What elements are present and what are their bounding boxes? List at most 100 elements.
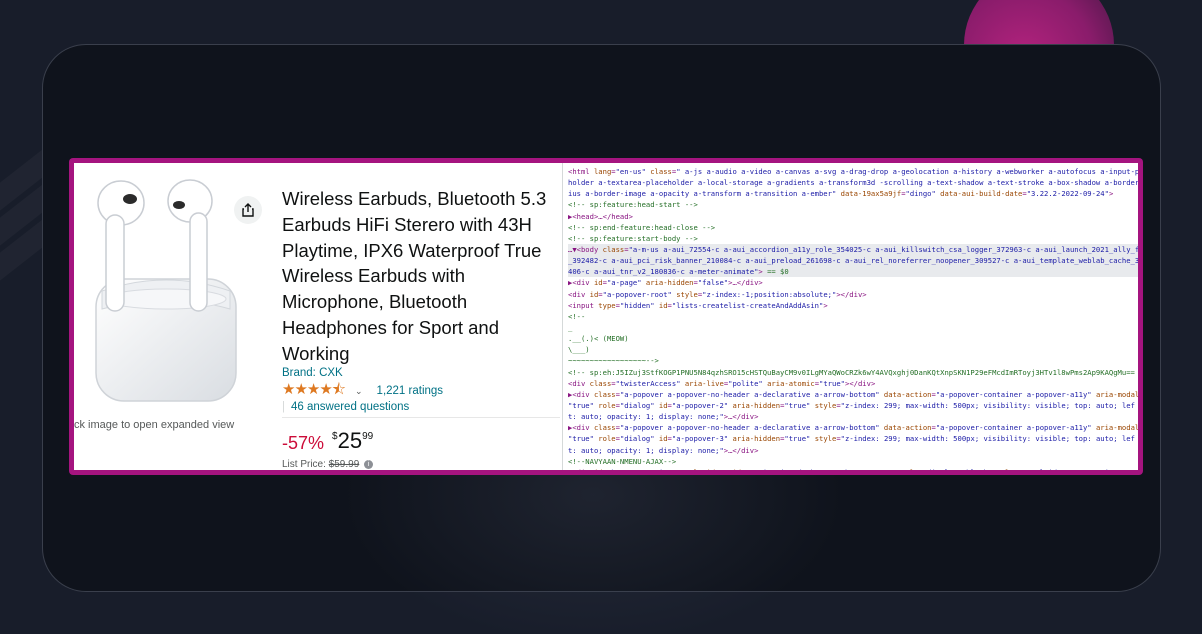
devtools-line[interactable]: ~~~~~~~~~~~~~~~~~~--> (568, 355, 1138, 366)
rating-row: ★★★★⯪ ⌄ 1,221 ratings (282, 381, 444, 399)
devtools-token: == $0 (767, 267, 789, 277)
devtools-token: ~~~~~~~~~~~~~~~~~~--> (568, 356, 659, 366)
devtools-token: "true" (568, 434, 594, 444)
devtools-token: aria-hidden (641, 278, 694, 288)
devtools-elements-panel[interactable]: <html lang="en-us" class=" a-js a-audio … (566, 163, 1138, 470)
devtools-token: "a-m-us a-aui_72554-c a-aui_accordion_a1… (628, 244, 1138, 254)
devtools-line[interactable]: 406-c a-aui_tnr_v2_180836-c a-meter-anim… (568, 266, 1138, 278)
devtools-line[interactable]: ▶<div class="a-popover a-popover-no-head… (568, 389, 1138, 400)
devtools-line[interactable]: "true" role="dialog" id="a-popover-2" ar… (568, 400, 1138, 411)
list-price-row: List Price: $59.99 i (282, 459, 374, 470)
devtools-token: "z-index:-1;position:absolute;" (702, 289, 837, 299)
devtools-line[interactable]: ▶<head>…</head> (568, 211, 1138, 222)
devtools-line[interactable]: ▶<div id="a-page" aria-hidden="false">…<… (568, 277, 1138, 288)
devtools-token: "a-popover-container a-popover-a11y" (935, 423, 1092, 433)
devtools-line[interactable]: ▶<div class="a-popover a-popover-no-head… (568, 422, 1138, 433)
devtools-token: > (823, 300, 828, 310)
devtools-token: >…</div> (728, 278, 763, 288)
devtools-token: aria-live (680, 378, 724, 388)
screenshot-panel: ck image to open expanded view Wireless … (69, 158, 1143, 475)
devtools-token: ▶<div (568, 423, 594, 433)
devtools-token: "false" (697, 278, 729, 288)
devtools-token: "dingo" (905, 189, 936, 199)
devtools-line[interactable]: <!-- sp:end-feature:head-close --> (568, 222, 1138, 233)
devtools-token: class (996, 468, 1023, 470)
devtools-token: _ (568, 322, 573, 332)
devtools-token: .__(.)< (MEOW) (568, 334, 629, 344)
devtools-token: "a-popover-root" (602, 289, 672, 299)
devtools-token: "a-popover-container a-popover-a11y" (935, 389, 1092, 399)
devtools-token: ▶<div (568, 389, 594, 399)
devtools-line[interactable]: \___) (568, 344, 1138, 355)
devtools-line[interactable]: t: auto; opacity: 1; display: none;">…</… (568, 411, 1138, 422)
devtools-line[interactable]: <html lang="en-us" class=" a-js a-audio … (568, 166, 1138, 177)
list-price-label: List Price: (282, 459, 326, 470)
ratings-count-link[interactable]: 1,221 ratings (377, 385, 444, 397)
devtools-line[interactable]: _392482-c a-aui_pci_risk_banner_210084-c… (568, 255, 1138, 267)
devtools-line[interactable]: <input type="hidden" id="lists-createlis… (568, 300, 1138, 311)
devtools-token: "true" (784, 400, 811, 410)
devtools-token: type (598, 300, 616, 310)
devtools-token: "polite" (728, 378, 763, 388)
devtools-token: "3.22.2-2022-09-24" (1026, 189, 1109, 199)
share-icon (242, 203, 254, 217)
devtools-line[interactable]: <div id="a-popover-root" style="z-index:… (568, 289, 1138, 300)
devtools-token: lang (593, 167, 612, 176)
devtools-line[interactable]: <!-- sp:feature:head-start --> (568, 199, 1138, 210)
devtools-line[interactable]: ▶<div id="hmenu-container" cel_widget_id… (568, 467, 1138, 470)
devtools-token: "en-us" (615, 167, 646, 176)
devtools-token: t: auto; opacity: 1; display: none;" (568, 412, 724, 422)
devtools-token: <!-- (568, 311, 586, 321)
devtools-line[interactable]: <!-- (568, 311, 1138, 322)
devtools-token: >…</div> (723, 445, 759, 455)
devtools-token: <div (568, 289, 590, 299)
answered-questions-link[interactable]: 46 answered questions (291, 401, 409, 413)
devtools-token: role (593, 400, 616, 410)
price-row: -57% $ 25 99 (282, 429, 373, 454)
devtools-token: > (1108, 189, 1114, 199)
devtools-line[interactable]: .__(.)< (MEOW) (568, 333, 1138, 344)
devtools-line[interactable]: t: auto; opacity: 1; display: none;">…</… (568, 445, 1138, 456)
devtools-token: role (593, 434, 616, 444)
devtools-line[interactable]: <!-- sp:eh:J5IZuj3StfKOGP1PNU5N84qzhSRO1… (568, 367, 1138, 378)
devtools-line[interactable]: ius a-border-image a-opacity a-transform… (568, 188, 1138, 199)
devtools-token: aria-hidden (728, 434, 781, 444)
devtools-token: \___) (568, 345, 590, 355)
share-button[interactable] (234, 196, 262, 224)
devtools-token: holder a-textarea-placeholder a-local-st… (568, 178, 1138, 188)
devtools-token: "a-popover a-popover-no-header a-declara… (619, 389, 880, 399)
chevron-down-icon[interactable]: ⌄ (355, 386, 363, 397)
devtools-token: class (593, 389, 616, 399)
product-panel: ck image to open expanded view Wireless … (74, 163, 560, 470)
devtools-token: "a-popover-3" (671, 434, 729, 444)
info-icon[interactable]: i (364, 459, 374, 469)
devtools-line[interactable]: …▼<body class="a-m-us a-aui_72554-c a-au… (568, 243, 1138, 256)
devtools-line[interactable]: _ (568, 322, 1138, 333)
devtools-token: "true" (784, 434, 811, 444)
devtools-token: "z-index: 299; max-width: 500px; visibil… (840, 434, 1135, 444)
devtools-token: data-aui-build-date (935, 189, 1023, 199)
devtools-token: "display: block;" (923, 468, 997, 470)
devtools-token: "lists-createlist-createAndAddAsin" (671, 300, 824, 310)
devtools-token: <!-- sp:feature:head-start --> (568, 200, 698, 210)
devtools-token: id (589, 289, 599, 299)
devtools-line[interactable]: <!--NAVYAAN-NMENU-AJAX--> (568, 456, 1138, 467)
devtools-token: ius a-border-image a-opacity a-transform… (568, 189, 837, 199)
devtools-line[interactable]: <!-- sp:feature:start-body --> (568, 233, 1138, 244)
section-divider (282, 417, 560, 418)
devtools-token: "dialog" (619, 400, 655, 410)
devtools-token: class (602, 244, 625, 254)
devtools-line[interactable]: holder a-textarea-placeholder a-local-st… (568, 177, 1138, 188)
devtools-token: …▼<body (568, 244, 603, 254)
devtools-token: _392482-c a-aui_pci_risk_banner_210084-c… (568, 256, 1138, 266)
answered-questions-row: | 46 answered questions (282, 401, 409, 413)
devtools-token: style (810, 400, 837, 410)
brand-link[interactable]: Brand: CXK (282, 367, 343, 379)
star-rating-icon[interactable]: ★★★★⯪ (282, 379, 346, 404)
devtools-line[interactable]: "true" role="dialog" id="a-popover-3" ar… (568, 433, 1138, 444)
devtools-token: aria-modal (1091, 389, 1138, 399)
devtools-token: "hidden" (619, 300, 655, 310)
devtools-token: <html (568, 167, 594, 176)
devtools-line[interactable]: <div class="twisterAccess" aria-live="po… (568, 378, 1138, 389)
devtools-token: style (810, 434, 837, 444)
